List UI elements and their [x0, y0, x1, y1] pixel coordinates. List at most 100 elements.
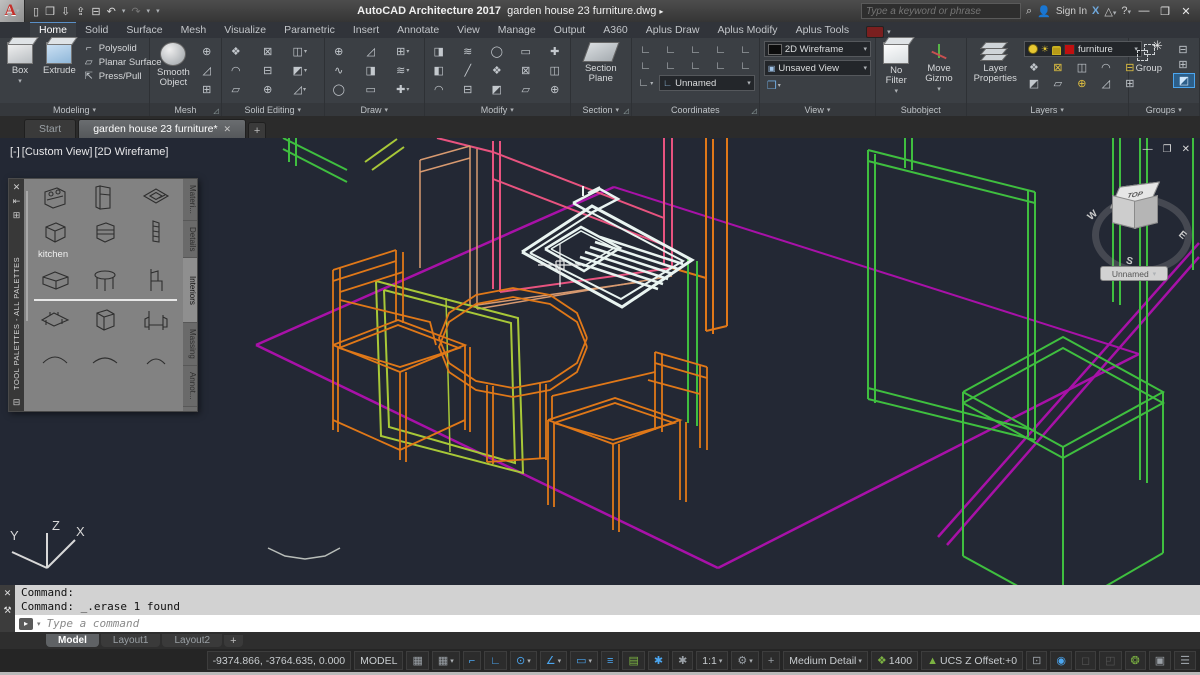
cut-height[interactable]: ❖1400: [871, 651, 918, 670]
solid-edit-6-button[interactable]: ◩▾: [290, 61, 310, 79]
drawing-area[interactable]: YZX [-] [Custom View] [2D Wireframe] — ❐…: [0, 138, 1200, 585]
layer-tool-7-button[interactable]: ▱: [1048, 76, 1068, 91]
redo-dropdown-icon[interactable]: ▾: [147, 7, 151, 15]
panel-label-section[interactable]: Section▾◿: [571, 103, 631, 116]
modify-tool-8-button[interactable]: ❖: [487, 61, 507, 79]
graphics-performance[interactable]: ❂: [1125, 651, 1146, 670]
view-cube-cube[interactable]: TOP: [1112, 182, 1158, 234]
customization-menu[interactable]: ☰: [1174, 651, 1196, 670]
layer-freeze-icon[interactable]: ☀: [1041, 44, 1049, 55]
palette-item-sink[interactable]: [131, 181, 181, 215]
modify-tool-14-button[interactable]: ▱: [516, 80, 536, 98]
drawing-tab-close-icon[interactable]: ✕: [224, 124, 232, 135]
solid-edit-9-button[interactable]: ◿▾: [290, 80, 310, 98]
ucs-tool-10-button[interactable]: ∟: [736, 58, 756, 73]
palette-item-arc-c[interactable]: [131, 337, 181, 371]
level-of-detail[interactable]: Medium Detail▾: [783, 651, 868, 670]
modify-tool-7-button[interactable]: ╱: [458, 61, 478, 79]
palette-item-arc-a[interactable]: [30, 337, 80, 371]
viewport-close-button[interactable]: ✕: [1182, 144, 1190, 155]
palette-item-dining-set[interactable]: [30, 303, 80, 337]
viewport-controls-button[interactable]: [-]: [10, 146, 20, 158]
group-edit-button[interactable]: ⊞: [1173, 58, 1193, 71]
ribbon-tab-home[interactable]: Home: [30, 22, 76, 38]
modify-tool-11-button[interactable]: ◠: [429, 80, 449, 98]
palette-autohide-icon[interactable]: ⇤: [13, 196, 21, 207]
coordinates[interactable]: -9374.866, -3764.635, 0.000: [207, 651, 352, 670]
search-input[interactable]: [861, 3, 1021, 19]
ribbon-tab-output[interactable]: Output: [545, 23, 595, 38]
ucs-icon-button[interactable]: ∟▾: [636, 77, 656, 89]
view-cube-left-face[interactable]: [1112, 195, 1136, 229]
ribbon-tab-mesh[interactable]: Mesh: [172, 23, 216, 38]
palette-tab-annot[interactable]: Annot...: [183, 366, 197, 407]
ucs-tool-4-button[interactable]: ∟: [711, 42, 731, 57]
view-cube[interactable]: W S E TOP Unnamed▾: [1086, 174, 1186, 284]
ucs-tool-8-button[interactable]: ∟: [686, 58, 706, 73]
layer-tool-3-button[interactable]: ◫: [1072, 60, 1092, 75]
ribbon-tab-view[interactable]: View: [448, 23, 489, 38]
panel-label-solid-editing[interactable]: Solid Editing▾: [222, 103, 324, 116]
redo-button[interactable]: ↷: [131, 5, 140, 18]
draw-tool-7-button[interactable]: ◯: [329, 80, 349, 98]
polar-tracking[interactable]: ⊙▾: [510, 651, 537, 670]
draw-tool-6-button[interactable]: ≋▾: [393, 61, 413, 79]
application-menu-button[interactable]: A▾: [0, 0, 25, 22]
palette-item-chair[interactable]: [131, 263, 181, 297]
solid-edit-1-button[interactable]: ❖: [226, 42, 246, 60]
ribbon-tab-insert[interactable]: Insert: [344, 23, 388, 38]
search-binoculars-icon[interactable]: ⌕: [1026, 5, 1032, 18]
ucs-tool-6-button[interactable]: ∟: [636, 58, 656, 73]
ucs-z-offset[interactable]: ▲UCS Z Offset:+0: [921, 651, 1023, 670]
ribbon-tab-surface[interactable]: Surface: [117, 23, 171, 38]
drawing-tab-start[interactable]: Start: [24, 119, 76, 138]
ribbon-tab-annotate[interactable]: Annotate: [388, 23, 448, 38]
save-as-button[interactable]: ⇪: [76, 5, 85, 18]
exchange-apps-icon[interactable]: X: [1092, 5, 1099, 17]
ucs-tool-5-button[interactable]: ∟: [736, 42, 756, 57]
modify-tool-6-button[interactable]: ◧: [429, 61, 449, 79]
window-close-button[interactable]: ✕: [1178, 5, 1194, 18]
draw-tool-9-button[interactable]: ✚▾: [393, 80, 413, 98]
window-maximize-button[interactable]: ❐: [1157, 5, 1173, 18]
ucs-tool-2-button[interactable]: ∟: [661, 42, 681, 57]
command-recent-icon[interactable]: ▾: [37, 620, 41, 628]
ribbon-tab-visualize[interactable]: Visualize: [215, 23, 275, 38]
undo-dropdown-icon[interactable]: ▾: [122, 7, 126, 15]
layer-tool-2-button[interactable]: ⊠: [1048, 60, 1068, 75]
window-minimize-button[interactable]: —: [1136, 5, 1152, 17]
undo-button[interactable]: ↶: [107, 5, 116, 18]
palette-tab-massing[interactable]: Massing: [183, 323, 197, 366]
infer-constraints[interactable]: ⌐: [463, 651, 481, 670]
view-cube-right-face[interactable]: [1134, 195, 1158, 229]
extrude-tool-button[interactable]: Extrude: [40, 41, 79, 77]
palette-item-cabinet[interactable]: [80, 303, 130, 337]
viewport-view-button[interactable]: [Custom View]: [22, 146, 93, 158]
smooth-object-button[interactable]: Smooth Object: [154, 41, 193, 89]
move-gizmo-button[interactable]: Move Gizmo▾: [916, 41, 961, 94]
panel-label-draw[interactable]: Draw▾: [325, 103, 424, 116]
modify-tool-3-button[interactable]: ◯: [487, 42, 507, 60]
solid-edit-2-button[interactable]: ⊠: [258, 42, 278, 60]
ucs-tool-1-button[interactable]: ∟: [636, 42, 656, 57]
ortho-mode[interactable]: ∟: [484, 651, 507, 670]
mesh-tool-2-button[interactable]: ◿: [197, 61, 217, 79]
draw-tool-1-button[interactable]: ⊕: [329, 42, 349, 60]
panel-label-subobject[interactable]: Subobject: [876, 103, 966, 116]
screencast-icon[interactable]: [866, 26, 884, 38]
object-snap[interactable]: ▭▾: [570, 651, 598, 670]
panel-label-groups[interactable]: Groups▾: [1129, 103, 1199, 116]
palette-item-drawer-cabinet[interactable]: [80, 215, 130, 249]
ucs-named-combo[interactable]: ∟Unnamed▾: [659, 75, 755, 91]
annotation-autoscale[interactable]: ✱: [672, 651, 693, 670]
new-layout-button[interactable]: +: [224, 635, 242, 647]
hardware-acceleration[interactable]: ◉: [1050, 651, 1072, 670]
annotation-doc[interactable]: ▤: [622, 651, 644, 670]
ribbon-options-icon[interactable]: ▾: [887, 28, 891, 36]
palette-settings-icon[interactable]: ⊟: [13, 397, 21, 408]
layer-tool-9-button[interactable]: ◿: [1096, 76, 1116, 91]
open-button[interactable]: ❒: [45, 5, 55, 18]
ucs-indicator-pill[interactable]: Unnamed▾: [1100, 266, 1168, 281]
layer-tool-8-button[interactable]: ⊕: [1072, 76, 1092, 91]
layer-color-swatch[interactable]: [1064, 44, 1075, 55]
